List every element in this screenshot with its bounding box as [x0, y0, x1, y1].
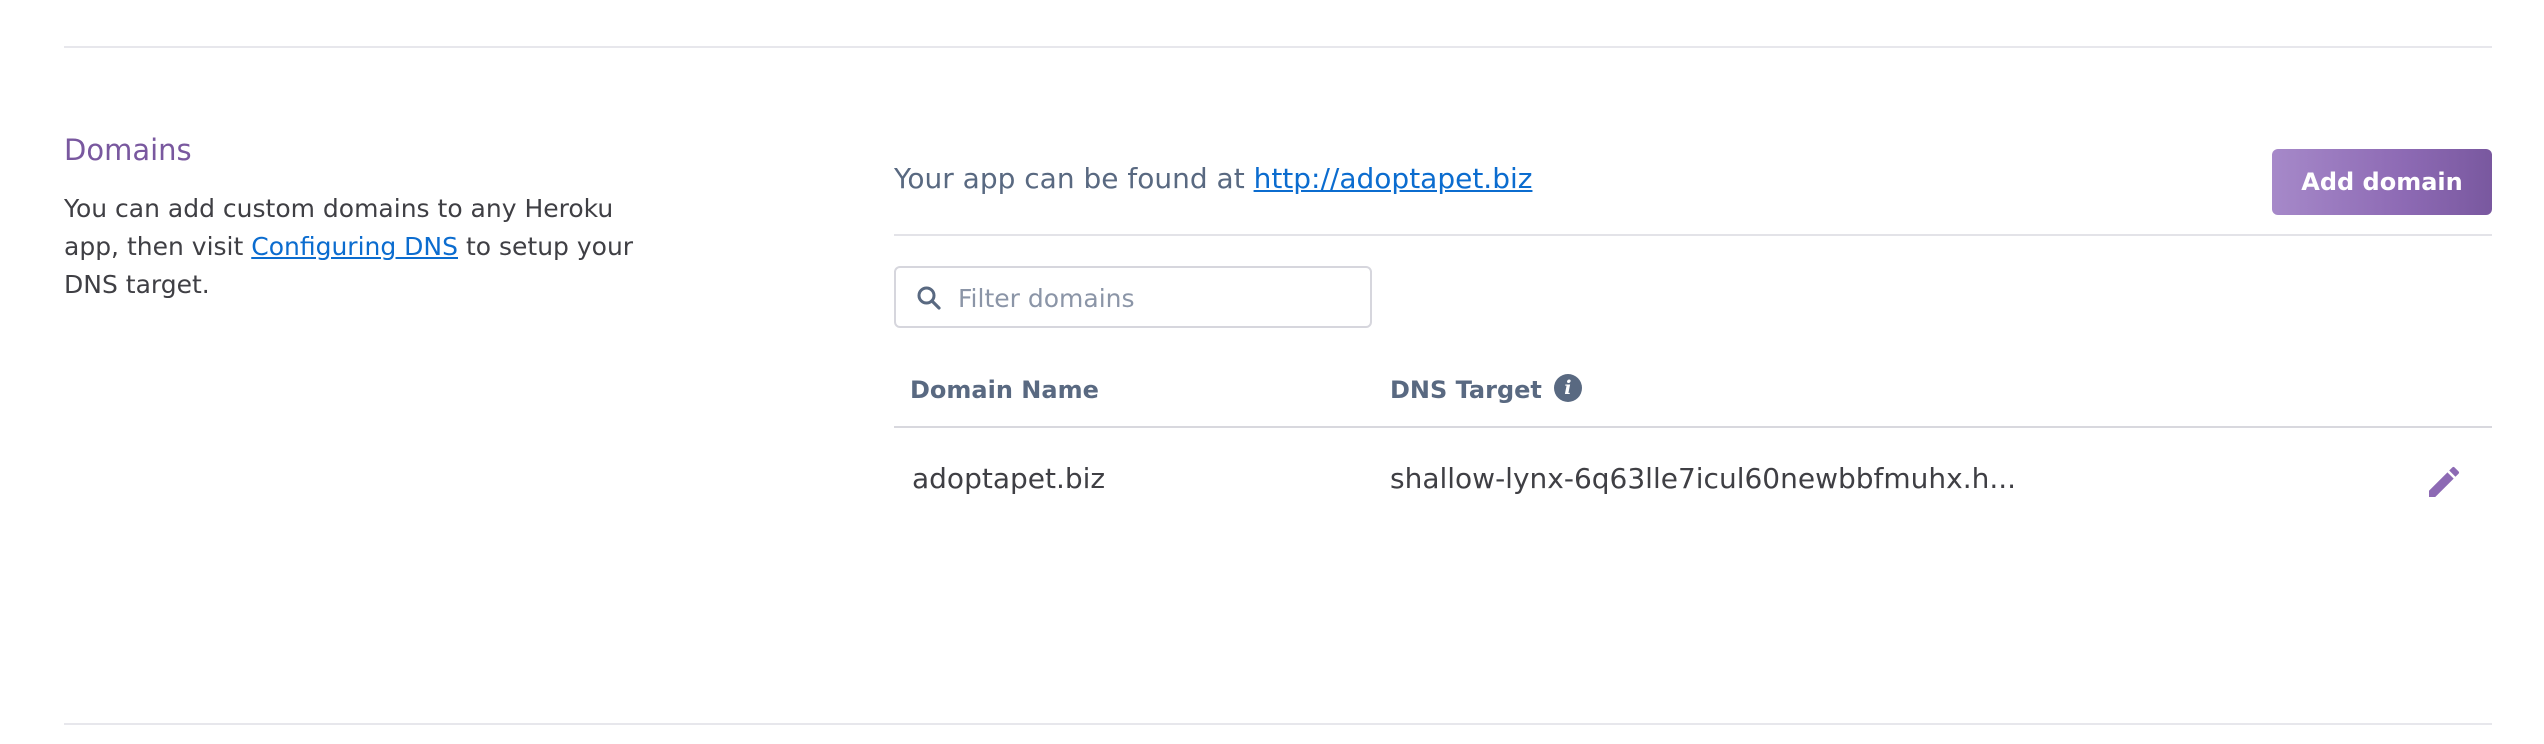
configuring-dns-link[interactable]: Configuring DNS: [251, 232, 458, 261]
domain-name-cell: adoptapet.biz: [912, 462, 1106, 495]
search-icon: [917, 286, 941, 310]
pencil-icon: [2429, 466, 2460, 497]
bottom-divider: [64, 723, 2492, 725]
column-header-domain-name: Domain Name: [910, 376, 1099, 404]
app-url-prefix: Your app can be found at: [894, 162, 1254, 195]
section-description: You can add custom domains to any Heroku…: [64, 190, 644, 304]
info-icon[interactable]: i: [1553, 374, 1582, 402]
table-header: Domain Name DNS Target i: [894, 370, 2492, 428]
top-divider: [64, 46, 2492, 48]
domains-panel: Your app can be found at http://adoptape…: [894, 148, 2492, 532]
domains-section-info: Domains You can add custom domains to an…: [64, 130, 644, 304]
dns-target-cell: shallow-lynx-6q63lle7icul60newbbfmuhx.h.…: [1390, 462, 2017, 495]
add-domain-button[interactable]: Add domain: [2272, 149, 2492, 215]
filter-domains-input[interactable]: [956, 276, 1360, 320]
app-url-row: Your app can be found at http://adoptape…: [894, 148, 2492, 218]
dns-target-header-label: DNS Target: [1390, 376, 1542, 404]
app-url-link[interactable]: http://adoptapet.biz: [1254, 162, 1533, 195]
edit-domain-button[interactable]: [2424, 462, 2464, 502]
column-header-dns-target: DNS Target i: [1390, 374, 1582, 405]
section-title: Domains: [64, 133, 192, 167]
table-row: adoptapet.biz shallow-lynx-6q63lle7icul6…: [894, 428, 2492, 532]
app-url-text: Your app can be found at http://adoptape…: [894, 162, 1532, 195]
domains-table: Domain Name DNS Target i adoptapet.biz sh…: [894, 370, 2492, 532]
filter-domains-field[interactable]: [894, 266, 1372, 328]
panel-divider: [894, 234, 2492, 236]
